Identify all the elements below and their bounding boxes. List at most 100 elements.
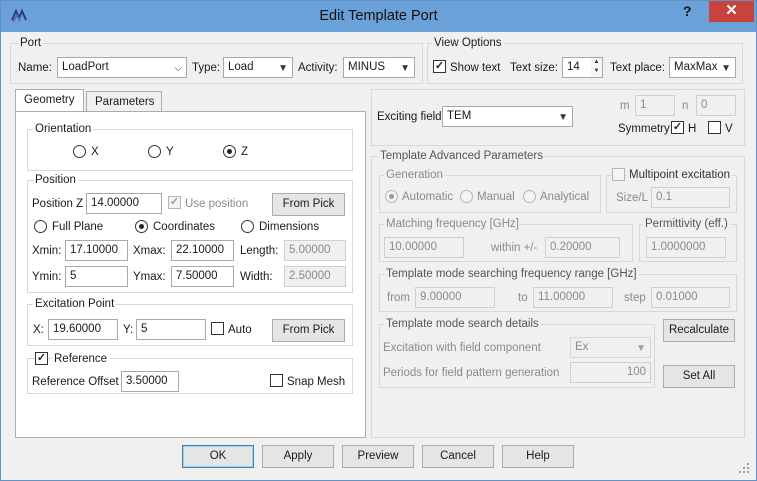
- from-label: from: [387, 292, 410, 304]
- width-input[interactable]: 2.50000: [284, 266, 346, 287]
- m-label: m: [620, 100, 630, 112]
- cancel-button[interactable]: Cancel: [422, 445, 494, 468]
- excitation-x-input[interactable]: 19.60000: [48, 319, 118, 340]
- activity-label: Activity:: [298, 62, 338, 74]
- ymin-label: Ymin:: [32, 271, 62, 283]
- to-input[interactable]: 11.00000: [533, 287, 613, 308]
- help-button[interactable]: Help: [502, 445, 574, 468]
- to-label: to: [518, 292, 528, 304]
- ymax-input[interactable]: 7.50000: [171, 266, 234, 287]
- generation-manual-radio[interactable]: [460, 190, 473, 203]
- excitation-from-pick-button[interactable]: From Pick: [272, 319, 345, 342]
- field-component-combo[interactable]: Ex ▼: [570, 337, 651, 358]
- full-plane-label: Full Plane: [52, 221, 104, 233]
- excitation-point-title: Excitation Point: [33, 298, 117, 310]
- search-range-title: Template mode searching frequency range …: [384, 268, 639, 280]
- coordinates-radio[interactable]: [135, 220, 148, 233]
- preview-button[interactable]: Preview: [342, 445, 414, 468]
- type-value: Load: [228, 61, 254, 73]
- size-label: Size/L: [616, 192, 648, 204]
- text-size-spinner[interactable]: ▲ ▼: [591, 57, 603, 78]
- within-label: within +/-: [491, 242, 538, 254]
- search-details-title: Template mode search details: [384, 318, 541, 330]
- length-input[interactable]: 5.00000: [284, 240, 346, 261]
- type-label: Type:: [192, 62, 221, 74]
- name-label: Name:: [18, 62, 52, 74]
- name-combo[interactable]: LoadPort ⌵: [57, 57, 187, 78]
- size-input[interactable]: 0.1: [651, 187, 730, 208]
- step-input[interactable]: 0.01000: [651, 287, 730, 308]
- use-position-checkbox[interactable]: ✓: [168, 196, 181, 209]
- dimensions-radio[interactable]: [241, 220, 254, 233]
- ymin-input[interactable]: 5: [65, 266, 128, 287]
- show-text-checkbox[interactable]: ✓: [433, 60, 446, 73]
- position-z-input[interactable]: 14.00000: [86, 193, 162, 214]
- reference-checkbox[interactable]: ✓: [35, 352, 48, 365]
- orientation-x-radio[interactable]: [73, 145, 86, 158]
- orientation-z-label: Z: [241, 146, 249, 158]
- view-options-title: View Options: [432, 37, 504, 49]
- dropdown-arrow-icon: ▼: [278, 63, 288, 74]
- orientation-title: Orientation: [33, 123, 94, 135]
- text-place-combo[interactable]: MaxMax ▼: [669, 57, 736, 78]
- generation-analytical-label: Analytical: [540, 191, 590, 203]
- m-input[interactable]: 1: [635, 95, 675, 116]
- text-size-input[interactable]: 14: [562, 57, 592, 78]
- matching-frequency-title: Matching frequency [GHz]: [384, 218, 521, 230]
- xmin-input[interactable]: 17.10000: [65, 240, 128, 261]
- generation-automatic-radio[interactable]: [385, 190, 398, 203]
- tab-geometry[interactable]: Geometry: [15, 89, 84, 113]
- close-button[interactable]: ✕: [709, 1, 754, 22]
- generation-analytical-radio[interactable]: [523, 190, 536, 203]
- n-input[interactable]: 0: [696, 95, 736, 116]
- exciting-field-combo[interactable]: TEM ▼: [442, 106, 573, 127]
- symmetry-v-label: V: [725, 123, 733, 135]
- reference-label: Reference: [52, 352, 110, 366]
- dropdown-arrow-icon: ▼: [636, 343, 646, 354]
- name-value: LoadPort: [62, 61, 109, 73]
- help-icon[interactable]: ?: [683, 3, 692, 19]
- ok-button[interactable]: OK: [182, 445, 254, 468]
- length-label: Length:: [240, 245, 279, 257]
- symmetry-h-label: H: [688, 123, 697, 135]
- dropdown-arrow-icon: ▼: [721, 63, 731, 74]
- symmetry-h-checkbox[interactable]: ✓: [671, 121, 684, 134]
- generation-title: Generation: [384, 169, 445, 181]
- activity-value: MINUS: [348, 61, 386, 73]
- position-from-pick-button[interactable]: From Pick: [272, 193, 345, 216]
- excitation-y-input[interactable]: 5: [136, 319, 206, 340]
- text-place-label: Text place:: [610, 62, 665, 74]
- matching-frequency-input[interactable]: 10.00000: [384, 237, 464, 258]
- tab-parameters[interactable]: Parameters: [86, 91, 162, 113]
- multipoint-label: Multipoint excitation: [627, 168, 732, 182]
- n-label: n: [682, 100, 689, 112]
- orientation-y-radio[interactable]: [148, 145, 161, 158]
- orientation-z-radio[interactable]: [223, 145, 236, 158]
- ymax-label: Ymax:: [133, 271, 166, 283]
- periods-input[interactable]: 100: [570, 362, 651, 383]
- from-input[interactable]: 9.00000: [415, 287, 495, 308]
- reference-offset-input[interactable]: 3.50000: [121, 371, 179, 392]
- recalculate-button[interactable]: Recalculate: [663, 319, 735, 342]
- exciting-field-value: TEM: [447, 110, 472, 122]
- permittivity-input[interactable]: 1.0000000: [646, 237, 726, 258]
- periods-label: Periods for field pattern generation: [383, 367, 560, 379]
- position-title: Position: [33, 174, 78, 186]
- symmetry-v-checkbox[interactable]: [708, 121, 721, 134]
- excitation-y-label: Y:: [123, 324, 134, 336]
- generation-automatic-label: Automatic: [402, 191, 454, 203]
- full-plane-radio[interactable]: [34, 220, 47, 233]
- multipoint-checkbox[interactable]: [612, 168, 625, 181]
- type-combo[interactable]: Load ▼: [223, 57, 293, 78]
- apply-button[interactable]: Apply: [262, 445, 334, 468]
- resize-grip-icon[interactable]: [739, 463, 751, 475]
- set-all-button[interactable]: Set All: [663, 365, 735, 388]
- generation-manual-label: Manual: [477, 191, 515, 203]
- xmax-input[interactable]: 22.10000: [171, 240, 234, 261]
- snap-mesh-checkbox[interactable]: [270, 374, 283, 387]
- xmin-label: Xmin:: [32, 245, 62, 257]
- use-position-label: Use position: [185, 198, 249, 210]
- auto-checkbox[interactable]: [211, 322, 224, 335]
- within-input[interactable]: 0.20000: [545, 237, 620, 258]
- activity-combo[interactable]: MINUS ▼: [343, 57, 415, 78]
